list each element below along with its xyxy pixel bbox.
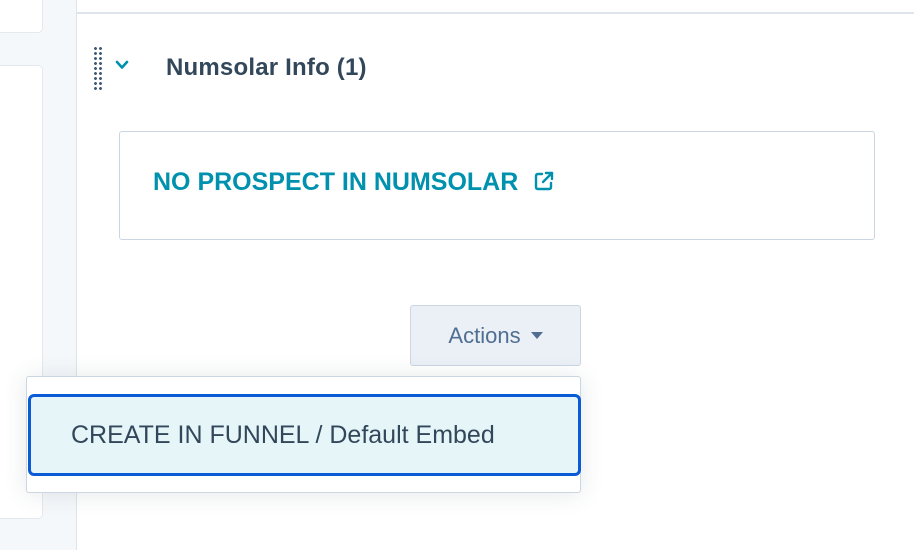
menu-item-create-in-funnel[interactable]: CREATE IN FUNNEL / Default Embed: [28, 394, 581, 476]
menu-item-label: CREATE IN FUNNEL / Default Embed: [71, 420, 495, 449]
section-divider: [77, 12, 914, 14]
app-screen: Numsolar Info (1) NO PROSPECT IN NUMSOLA…: [0, 0, 914, 550]
no-prospect-link-label: NO PROSPECT IN NUMSOLAR: [153, 168, 519, 196]
actions-dropdown-menu: CREATE IN FUNNEL / Default Embed: [26, 376, 581, 493]
drag-handle-icon[interactable]: [93, 46, 103, 90]
no-prospect-link[interactable]: NO PROSPECT IN NUMSOLAR: [153, 168, 555, 197]
chevron-down-icon[interactable]: [115, 58, 129, 72]
caret-down-icon: [530, 332, 543, 339]
section-title[interactable]: Numsolar Info (1): [166, 54, 367, 82]
numsolar-info-card: NO PROSPECT IN NUMSOLAR: [119, 131, 875, 240]
external-link-icon: [535, 171, 554, 191]
left-column-card-top: [0, 0, 42, 32]
actions-button-label: Actions: [448, 322, 521, 348]
actions-button[interactable]: Actions: [410, 305, 581, 366]
